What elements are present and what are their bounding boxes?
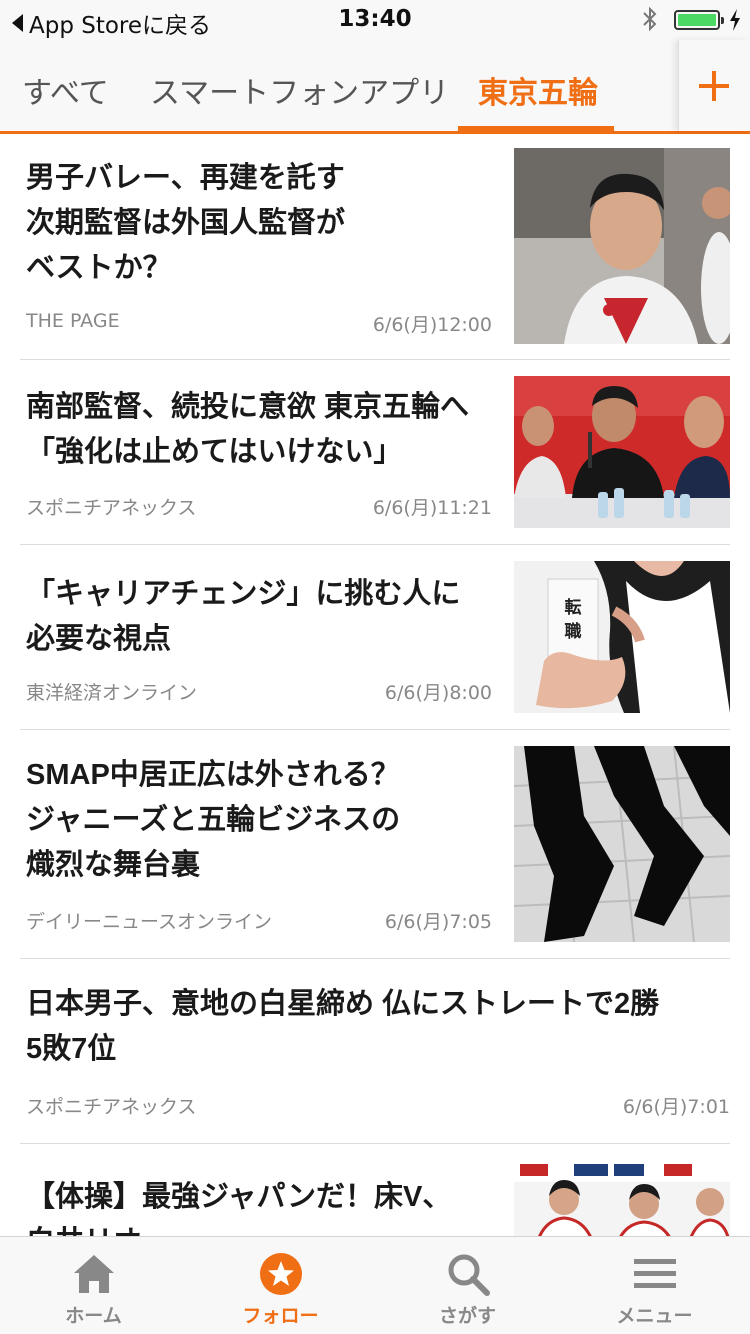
article-thumbnail: 転 職 xyxy=(514,561,730,713)
search-icon xyxy=(445,1251,491,1297)
article-thumbnail xyxy=(514,148,730,344)
article-time: 6/6(月)11:21 xyxy=(372,497,492,519)
article-item[interactable]: 日本男子、意地の白星締め 仏にストレートで2勝 5敗7位 スポニチアネックス 6… xyxy=(20,960,730,1144)
status-time: 13:40 xyxy=(338,6,412,32)
svg-text:職: 職 xyxy=(565,621,582,642)
article-source: スポニチアネックス xyxy=(26,497,197,519)
article-source: デイリーニュースオンライン xyxy=(26,911,273,933)
article-item[interactable]: 男子バレー、再建を託す 次期監督は外国人監督が ベストか？ THE PAGE 6… xyxy=(20,134,730,360)
article-time: 6/6(月)7:05 xyxy=(384,911,492,933)
article-item[interactable]: 「キャリアチェンジ」に挑む人に 必要な視点 東洋経済オンライン 6/6(月)8:… xyxy=(20,546,730,730)
article-title: 男子バレー、再建を託す 次期監督は外国人監督が ベストか？ xyxy=(26,162,346,284)
article-thumbnail xyxy=(514,376,730,528)
battery-icon xyxy=(674,10,724,30)
article-time: 6/6(月)8:00 xyxy=(384,682,492,704)
menu-icon xyxy=(632,1251,678,1297)
article-time: 6/6(月)12:00 xyxy=(372,314,492,336)
nav-home[interactable]: ホーム xyxy=(0,1237,187,1334)
article-source: THE PAGE xyxy=(26,310,120,332)
bluetooth-icon xyxy=(642,6,658,38)
nav-menu[interactable]: メニュー xyxy=(561,1237,748,1334)
article-time: 6/6(月)7:01 xyxy=(622,1096,730,1118)
bottom-navigation: ホーム フォロー さがす メニュー xyxy=(0,1236,750,1334)
active-tab-indicator xyxy=(458,126,614,132)
charging-icon xyxy=(728,8,742,37)
svg-text:転: 転 xyxy=(565,597,582,618)
tab-smartphone-apps[interactable]: スマートフォンアプリ xyxy=(150,68,449,112)
article-source: 東洋経済オンライン xyxy=(26,682,198,704)
nav-follow[interactable]: フォロー xyxy=(187,1237,374,1334)
article-title: 南部監督、続投に意欲 東京五輪へ 「強化は止めてはいけない」 xyxy=(26,391,470,468)
article-item[interactable]: SMAP中居正広は外される？ ジャニーズと五輪ビジネスの 熾烈な舞台裏 デイリー… xyxy=(20,731,730,959)
category-tab-bar: すべて スマートフォンアプリ 東京五輪 xyxy=(0,40,750,134)
article-title: 「キャリアチェンジ」に挑む人に 必要な視点 xyxy=(26,578,461,655)
article-item[interactable]: 南部監督、続投に意欲 東京五輪へ 「強化は止めてはいけない」 スポニチアネックス… xyxy=(20,361,730,545)
tab-tokyo-olympics[interactable]: 東京五輪 xyxy=(478,68,598,112)
status-bar: App Storeに戻る 13:40 xyxy=(0,0,750,40)
tab-all[interactable]: すべて xyxy=(22,68,109,112)
article-title: SMAP中居正広は外される？ ジャニーズと五輪ビジネスの 熾烈な舞台裏 xyxy=(26,759,401,881)
nav-search[interactable]: さがす xyxy=(374,1237,561,1334)
article-thumbnail xyxy=(514,746,730,942)
home-icon xyxy=(71,1251,117,1297)
article-source: スポニチアネックス xyxy=(26,1096,197,1118)
article-title: 日本男子、意地の白星締め 仏にストレートで2勝 5敗7位 xyxy=(26,988,660,1065)
add-tab-button[interactable] xyxy=(678,40,750,131)
star-circle-icon xyxy=(258,1251,304,1297)
